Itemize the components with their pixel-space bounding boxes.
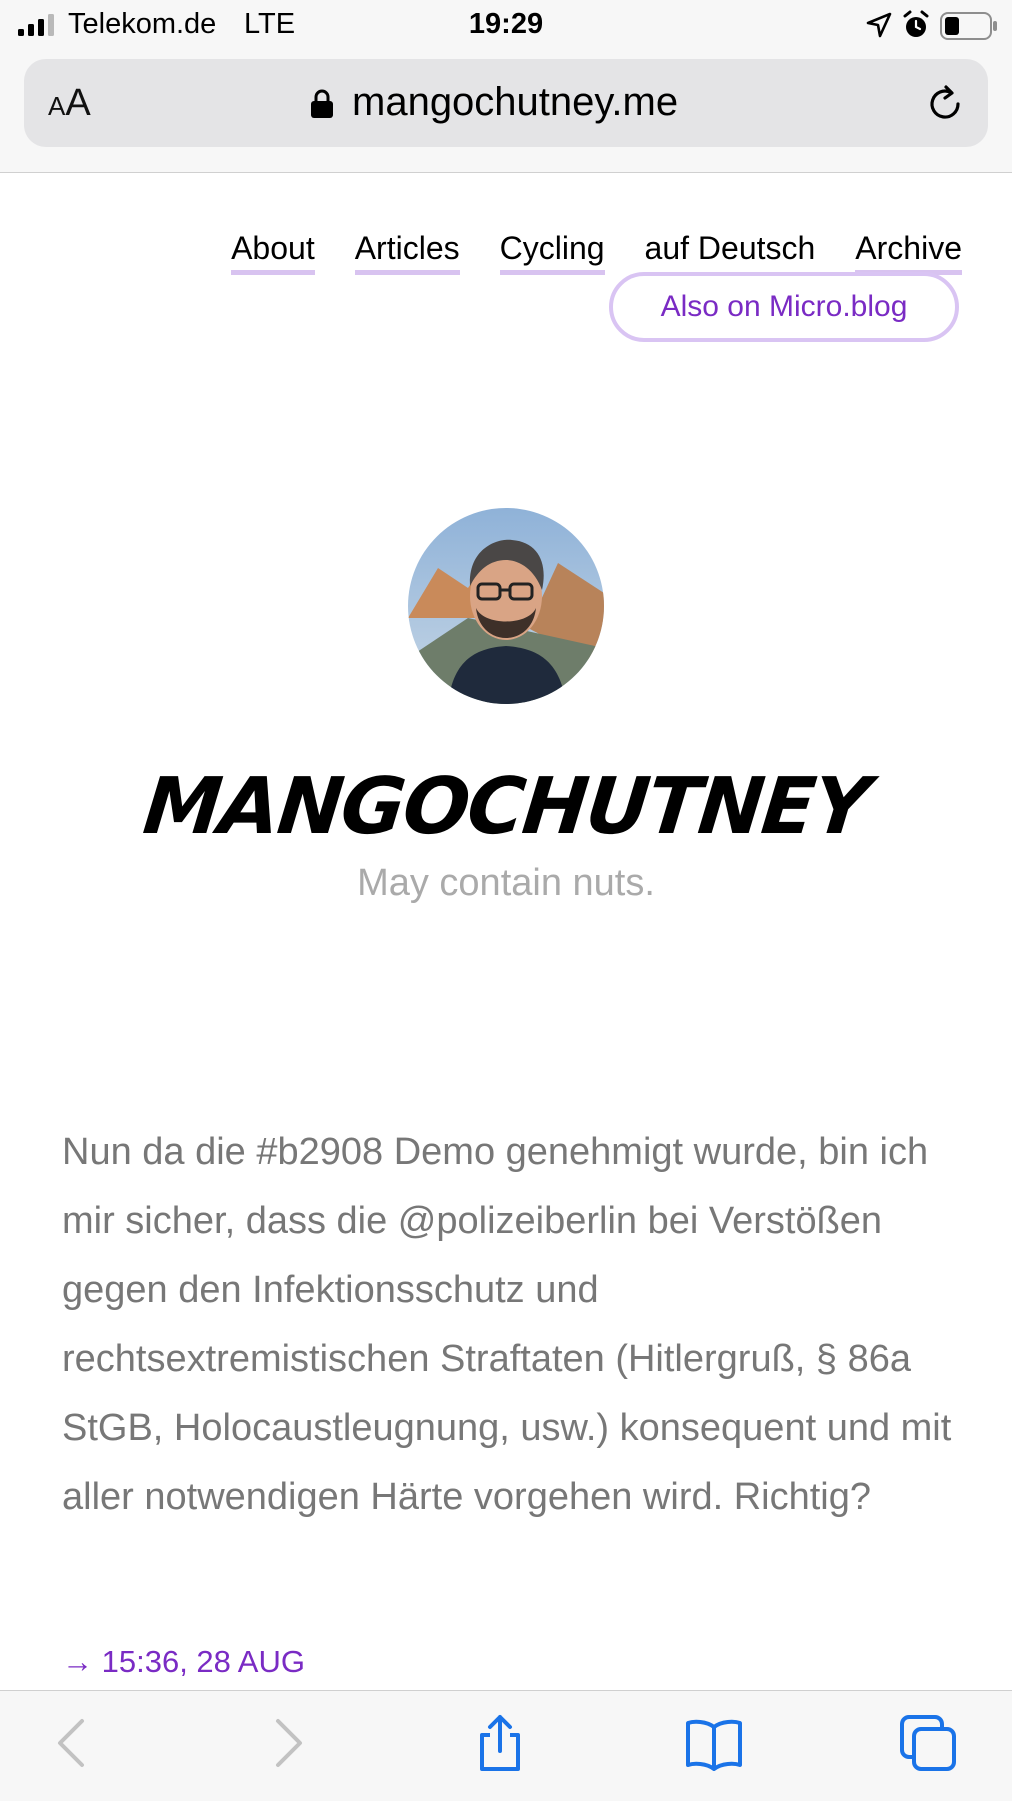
browser-toolbar: [0, 1690, 1012, 1801]
forward-icon[interactable]: [256, 1713, 316, 1773]
microblog-button[interactable]: Also on Micro.blog: [609, 272, 959, 342]
status-bar: Telekom.de LTE 19:29: [0, 0, 1012, 52]
alarm-icon: [903, 10, 929, 37]
back-icon[interactable]: [44, 1713, 104, 1773]
url-text[interactable]: mangochutney.me: [352, 77, 678, 127]
post-body: Nun da die #b2908 Demo genehmigt wurde, …: [62, 1131, 952, 1518]
site-title[interactable]: MANGOCHUTNEY: [0, 762, 1012, 852]
site-nav: About Articles Cycling auf Deutsch Archi…: [231, 228, 962, 276]
site-tagline: May contain nuts.: [357, 862, 655, 904]
avatar-photo: [408, 508, 604, 704]
tabs-icon[interactable]: [898, 1713, 958, 1773]
nav-link-articles[interactable]: Articles: [354, 228, 460, 275]
text-size-small-label: A: [48, 91, 66, 121]
share-icon[interactable]: [470, 1713, 530, 1773]
post-permalink[interactable]: → 15:36, 28 AUG: [62, 1644, 305, 1680]
battery-icon: [940, 12, 997, 40]
reload-icon[interactable]: [924, 83, 966, 125]
text-size-button[interactable]: AA: [48, 81, 91, 125]
address-bar[interactable]: AA mangochutney.me: [24, 59, 988, 147]
lock-icon: [311, 89, 333, 118]
browser-top-bar: AA mangochutney.me: [0, 52, 1012, 173]
nav-link-about[interactable]: About: [231, 228, 315, 275]
bookmarks-icon[interactable]: [684, 1713, 744, 1773]
nav-link-archive[interactable]: Archive: [855, 228, 962, 275]
avatar: [408, 508, 604, 704]
nav-link-auf-deutsch[interactable]: auf Deutsch: [645, 228, 816, 270]
text-size-large-label: A: [65, 82, 91, 124]
nav-link-cycling[interactable]: Cycling: [499, 228, 605, 275]
location-arrow-icon: [866, 12, 892, 38]
clock: 19:29: [468, 8, 544, 40]
